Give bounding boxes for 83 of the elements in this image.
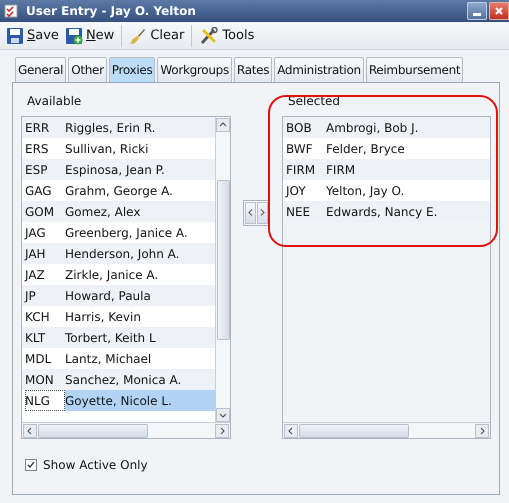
window-title: User Entry - Jay O. Yelton (26, 3, 196, 20)
tab[interactable]: Workgroups (157, 57, 232, 82)
checkbox[interactable] (25, 459, 37, 471)
code-cell-text: JP (25, 288, 37, 304)
list-row[interactable]: GOM Gomez, Alex (22, 201, 215, 222)
code-cell-text: NEE (286, 204, 312, 220)
name-cell-text: FIRM (326, 162, 356, 178)
name-cell-text: Ambrogi, Bob J. (326, 120, 420, 136)
name-cell-text: Zirkle, Janice A. (65, 266, 160, 284)
code-cell-text: GAG (25, 182, 53, 200)
list-row[interactable]: ESP Espinosa, Jean P. (22, 159, 215, 180)
tools-icon (199, 27, 220, 45)
code-cell-text: MON (25, 372, 55, 388)
code-cell-text: JAG (25, 224, 47, 242)
code-cell-text: ESP (25, 162, 48, 178)
code-cell-text: FIRM (286, 162, 316, 178)
code-cell-text: ERS (25, 140, 50, 158)
minimize-button[interactable] (467, 2, 487, 20)
list-row[interactable]: BWF Felder, Bryce (283, 138, 490, 159)
code-cell-text: GOM (25, 204, 56, 220)
brush-icon (129, 27, 148, 45)
selected-label: Selected (288, 93, 342, 110)
move-left-button[interactable] (245, 202, 256, 224)
name-cell-text: Espinosa, Jean P. (65, 162, 166, 178)
scroll-thumb[interactable] (38, 424, 148, 438)
left-chevron-icon (248, 209, 253, 216)
list-row[interactable]: JOY Yelton, Jay O. (283, 180, 490, 201)
name-cell-text: Yelton, Jay O. (326, 182, 406, 200)
show-active-checkbox[interactable]: Show Active Only (25, 456, 148, 474)
toolbar-button[interactable]: New (62, 24, 116, 48)
tab[interactable]: Other (68, 57, 107, 82)
check-icon (27, 461, 35, 469)
close-icon (495, 7, 503, 15)
list-row[interactable]: ERR Riggles, Erin R. (22, 117, 215, 138)
toolbar-button[interactable]: Tools (197, 24, 256, 48)
code-cell-text: KLT (25, 330, 46, 346)
name-cell-text: Torbert, Keith L (65, 330, 157, 346)
name-cell-text: Riggles, Erin R. (65, 120, 156, 136)
name-cell-text: Howard, Paula (65, 288, 152, 304)
name-cell-text: Lantz, Michael (65, 350, 152, 368)
list-row[interactable]: NLG Goyette, Nicole L. (22, 390, 215, 411)
toolbar-button[interactable]: Clear (127, 24, 186, 48)
list-row[interactable]: KLT Torbert, Keith L (22, 327, 215, 348)
code-cell-text: KCH (25, 308, 51, 326)
list-row[interactable]: JP Howard, Paula (22, 285, 215, 306)
tab[interactable]: Reimbursement (366, 57, 464, 82)
vertical-scrollbar[interactable] (215, 117, 230, 422)
name-cell-text: Gomez, Alex (65, 204, 142, 220)
scroll-thumb[interactable] (299, 424, 409, 438)
code-cell: NLG (25, 390, 65, 411)
name-cell-text: Edwards, Nancy E. (326, 204, 438, 220)
checklist-icon (4, 4, 18, 18)
name-cell-text: Grahm, George A. (65, 182, 174, 200)
name-cell: Goyette, Nicole L. (65, 390, 215, 411)
tab[interactable]: General (15, 57, 66, 82)
right-chevron-icon (260, 209, 265, 216)
name-cell-text: Sanchez, Monica A. (65, 372, 182, 388)
name-cell-text: Harris, Kevin (65, 308, 142, 326)
code-cell-text: JAH (25, 246, 47, 262)
name-cell-text: Greenberg, Janice A. (65, 224, 189, 242)
code-cell-text: JOY (286, 182, 307, 200)
tab[interactable]: Administration (274, 57, 364, 82)
minimize-icon (473, 13, 481, 16)
available-label: Available (27, 93, 82, 110)
code-cell-text: BOB (286, 120, 313, 136)
close-button[interactable] (489, 2, 509, 20)
list-row[interactable]: MON Sanchez, Monica A. (22, 369, 215, 390)
list-row[interactable]: JAH Henderson, John A. (22, 243, 215, 264)
code-cell-text: MDL (25, 350, 52, 368)
move-right-button[interactable] (257, 202, 268, 224)
name-cell-text: Henderson, John A. (65, 246, 180, 262)
name-cell-text: Felder, Bryce (326, 140, 406, 158)
horizontal-scrollbar[interactable] (283, 422, 490, 438)
floppy-disk-plus-icon (64, 27, 83, 45)
tab[interactable]: Proxies (108, 57, 156, 82)
toolbar-button[interactable]: Save (4, 24, 61, 48)
code-cell-text: ERR (25, 120, 50, 136)
code-cell-text: JAZ (25, 266, 46, 284)
name-cell-text: Sullivan, Ricki (65, 140, 150, 158)
tab[interactable]: Rates (234, 57, 272, 82)
horizontal-scrollbar[interactable] (22, 422, 230, 438)
code-cell-text: BWF (286, 140, 314, 158)
scroll-thumb[interactable] (216, 180, 230, 340)
